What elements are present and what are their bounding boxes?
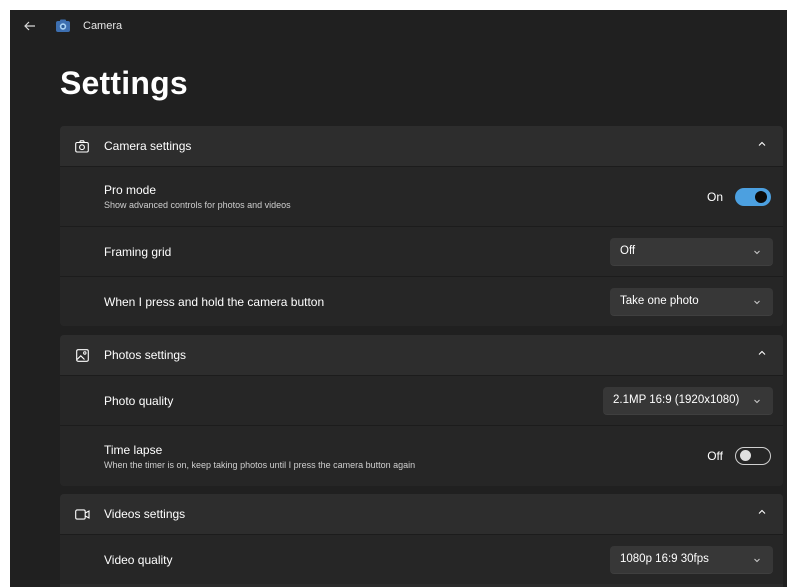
back-arrow-icon [24, 21, 35, 31]
time-lapse-toggle[interactable] [735, 447, 771, 465]
time-lapse-row: Time lapse When the timer is on, keep ta… [60, 425, 783, 486]
pro-mode-toggle-group: On [706, 187, 771, 206]
photos-settings-section: Photos settings Photo quality 2.1MP 16:9… [60, 335, 783, 486]
chevron-down-icon [754, 300, 760, 304]
time-lapse-description: When the timer is on, keep taking photos… [104, 459, 416, 470]
chevron-down-icon [754, 250, 760, 254]
camera-settings-title: Camera settings [104, 139, 192, 153]
videos-settings-header[interactable]: Videos settings [60, 494, 783, 534]
title-bar: Camera [10, 10, 787, 42]
videos-settings-section: Videos settings Video quality 1080p 16:9… [60, 494, 783, 587]
video-camera-icon [74, 506, 90, 522]
framing-grid-dropdown[interactable]: Off [610, 237, 773, 266]
toggle-knob [740, 450, 751, 461]
photos-settings-title: Photos settings [104, 348, 187, 362]
hold-button-label: When I press and hold the camera button [104, 294, 325, 309]
photo-quality-row: Photo quality 2.1MP 16:9 (1920x1080) [60, 375, 783, 425]
video-quality-value: 1080p 16:9 30fps [620, 553, 709, 565]
app-title: Camera [83, 20, 123, 32]
photos-settings-header[interactable]: Photos settings [60, 335, 783, 375]
video-quality-row: Video quality 1080p 16:9 30fps [60, 534, 783, 584]
videos-settings-title: Videos settings [104, 507, 186, 521]
photo-quality-dropdown[interactable]: 2.1MP 16:9 (1920x1080) [603, 386, 773, 415]
chevron-down-icon [754, 399, 760, 403]
pro-mode-label: Pro mode [104, 183, 157, 197]
chevron-up-icon[interactable] [757, 139, 767, 149]
chevron-up-icon[interactable] [757, 348, 767, 358]
pro-mode-toggle[interactable] [735, 187, 771, 206]
chevron-up-icon[interactable] [757, 507, 767, 517]
framing-grid-value: Off [620, 245, 636, 257]
camera-settings-section: Camera settings Pro mode Show advanced c… [60, 126, 783, 326]
hold-button-row: When I press and hold the camera button … [60, 276, 783, 326]
toggle-knob [755, 190, 767, 203]
time-lapse-toggle-group: Off [707, 447, 771, 465]
hold-button-dropdown[interactable]: Take one photo [610, 287, 773, 316]
pro-mode-state: On [706, 189, 723, 204]
time-lapse-state: Off [707, 449, 723, 463]
camera-app-icon [56, 19, 70, 32]
photo-quality-label: Photo quality [104, 393, 174, 408]
framing-grid-label: Framing grid [104, 244, 172, 259]
photo-quality-value: 2.1MP 16:9 (1920x1080) [613, 394, 740, 406]
video-quality-label: Video quality [104, 552, 173, 567]
camera-settings-header[interactable]: Camera settings [60, 126, 783, 166]
video-quality-dropdown[interactable]: 1080p 16:9 30fps [610, 545, 773, 574]
pro-mode-description: Show advanced controls for photos and vi… [104, 200, 291, 210]
page-title: Settings [60, 65, 188, 101]
hold-button-value: Take one photo [620, 295, 699, 307]
framing-grid-row: Framing grid Off [60, 226, 783, 276]
camera-icon [74, 138, 90, 154]
time-lapse-label: Time lapse [104, 442, 163, 457]
camera-settings-window: Camera Settings Camera settings Pro mode… [10, 10, 787, 587]
chevron-down-icon [754, 558, 760, 562]
photo-icon [74, 347, 90, 363]
pro-mode-row: Pro mode Show advanced controls for phot… [60, 166, 783, 226]
back-button[interactable] [18, 16, 42, 36]
